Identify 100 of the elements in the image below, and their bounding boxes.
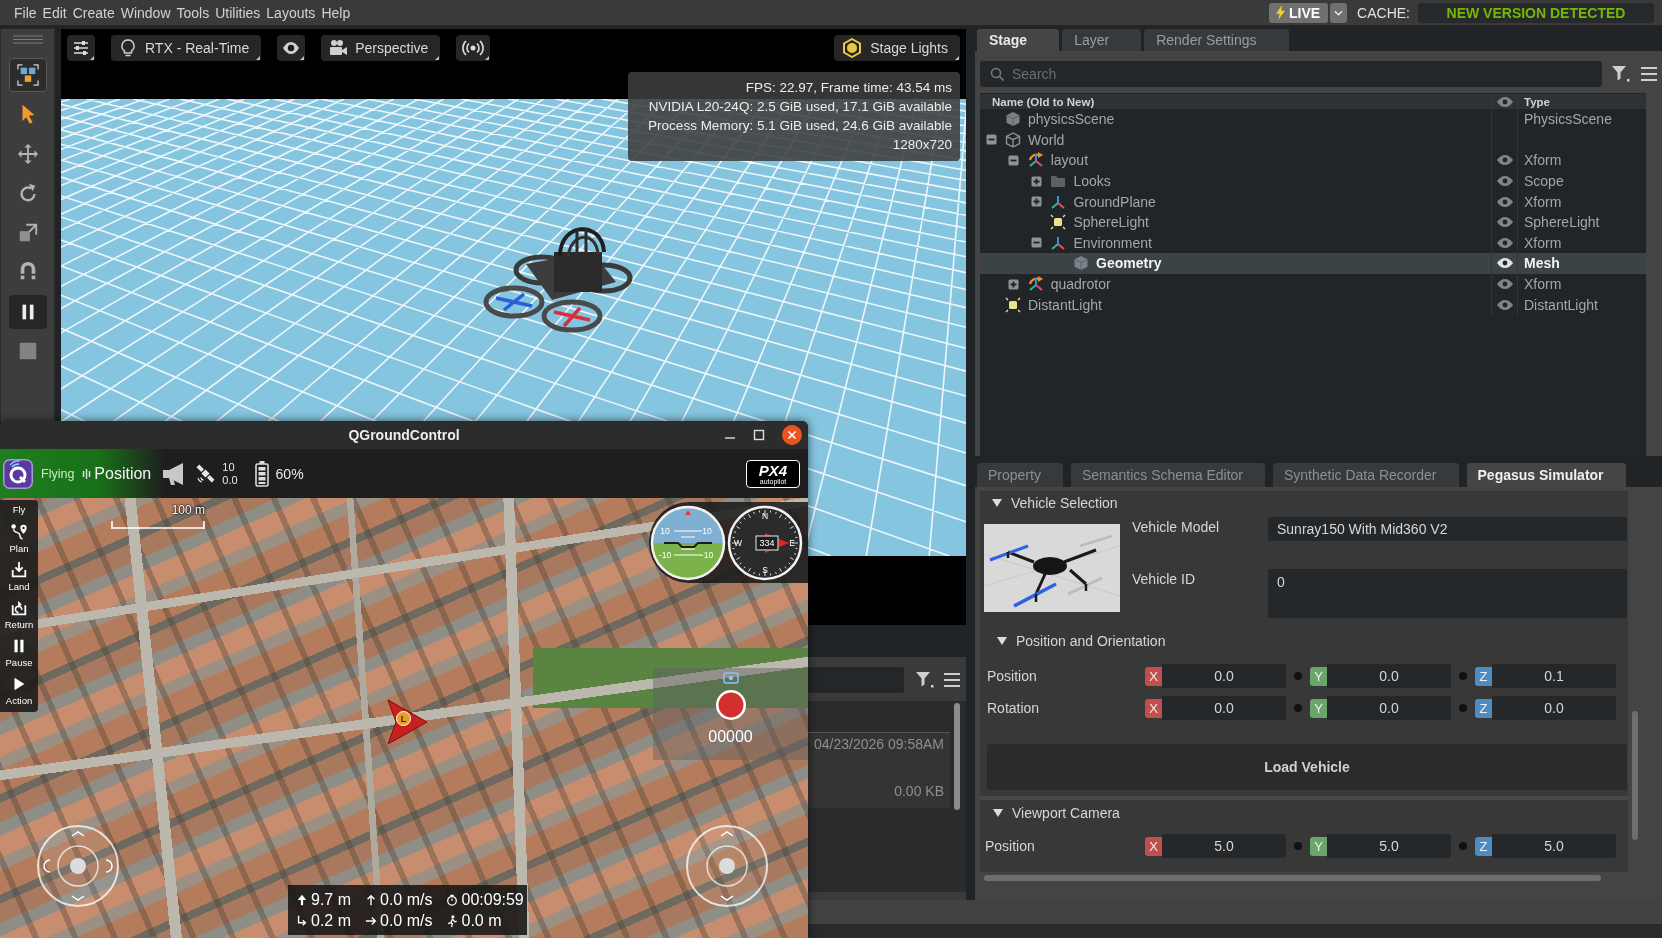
battery-percent[interactable]: 60% (275, 465, 304, 482)
pause-button[interactable]: Pause (0, 634, 38, 672)
tree-row[interactable]: SphereLight SphereLight (980, 211, 1646, 233)
filter-icon[interactable] (916, 672, 934, 688)
caret-icon[interactable] (992, 499, 1002, 507)
satellite-icon[interactable] (195, 463, 217, 484)
panel-tab[interactable]: Render Settings (1144, 29, 1289, 51)
tree-row[interactable]: layout Xform (980, 150, 1646, 171)
maximize-icon[interactable] (753, 429, 765, 441)
light-icon (842, 38, 863, 58)
fly-button[interactable]: Fly (0, 504, 38, 520)
pause-tool-button[interactable] (8, 294, 47, 329)
panel-tab[interactable]: Synthetic Data Recorder (1273, 463, 1459, 487)
menu-item[interactable]: Create (69, 4, 118, 21)
battery-icon[interactable] (254, 460, 269, 487)
panel-tab[interactable]: Property (977, 463, 1063, 487)
return-button[interactable]: Return (0, 596, 38, 634)
logo-icon[interactable] (3, 458, 33, 489)
close-icon[interactable] (782, 425, 802, 445)
section-title[interactable]: Viewport Camera (1012, 805, 1120, 821)
action-button[interactable]: Action (0, 672, 38, 710)
tree-row[interactable]: physicsScene PhysicsScene (980, 109, 1646, 130)
tree-row[interactable]: World (980, 129, 1646, 151)
broadcast-icon (461, 39, 486, 57)
search-field[interactable] (808, 667, 904, 693)
camera-switch-icon[interactable] (722, 672, 739, 684)
number-field[interactable]: 0.0 (1327, 696, 1451, 720)
caret-icon[interactable] (997, 637, 1007, 645)
section-title[interactable]: Vehicle Selection (1011, 495, 1118, 511)
number-field[interactable]: 5.0 (1162, 834, 1286, 858)
virtual-joystick[interactable] (685, 824, 769, 908)
stage-lights-button[interactable]: Stage Lights (834, 35, 960, 61)
load-vehicle-button[interactable]: Load Vehicle (987, 744, 1627, 790)
field-label: Vehicle Model (1132, 518, 1221, 537)
tree-row[interactable]: DistantLight DistantLight (980, 294, 1646, 315)
live-button[interactable]: LIVE (1268, 2, 1329, 23)
file-row[interactable]: 04/23/2026 09:58AM 0.00 KB (808, 732, 950, 808)
menu-item[interactable]: Utilities (212, 4, 264, 21)
menu-item[interactable]: Layouts (263, 4, 319, 21)
number-field[interactable]: 5.0 (1492, 834, 1616, 858)
expand-icon[interactable] (1030, 175, 1042, 187)
number-field[interactable]: 0.0 (1162, 696, 1286, 720)
settings-button[interactable] (67, 35, 95, 61)
scale-label: 100 m (171, 504, 205, 517)
panel-tab[interactable]: Pegasus Simulator (1466, 463, 1626, 487)
collapse-icon[interactable] (1008, 155, 1020, 166)
expand-icon[interactable] (1008, 278, 1020, 290)
filter-icon[interactable] (1612, 66, 1630, 82)
panel-tab[interactable]: Layer (1062, 29, 1142, 51)
menu-item[interactable]: Help (318, 4, 354, 21)
renderer-button[interactable]: RTX - Real-Time (111, 35, 262, 61)
menu-icon[interactable] (1640, 66, 1658, 82)
menu-item[interactable]: Window (117, 4, 174, 21)
dropdown-button[interactable] (1330, 2, 1348, 23)
menu-icon[interactable] (943, 672, 961, 688)
streaming-button[interactable] (456, 35, 491, 61)
menu-item[interactable]: File (11, 4, 40, 21)
vertical-scrollbar[interactable] (954, 703, 960, 810)
camera-button[interactable]: Perspective (321, 35, 441, 61)
expand-icon[interactable] (1030, 196, 1042, 208)
tree-row[interactable]: GroundPlane Xform (980, 191, 1646, 212)
number-field[interactable]: 5.0 (1327, 834, 1451, 858)
collapse-icon[interactable] (1030, 237, 1042, 249)
plan-button[interactable]: Plan (0, 520, 38, 558)
section-title[interactable]: Position and Orientation (1016, 633, 1166, 649)
panel-tab[interactable]: Semantics Schema Editor (1070, 463, 1265, 487)
flight-status[interactable]: Flying (41, 466, 75, 481)
search-field[interactable]: Search (980, 61, 1602, 87)
menu-item[interactable]: Tools (173, 4, 213, 21)
record-button[interactable] (715, 690, 746, 720)
panel-tab[interactable]: Stage (977, 29, 1060, 51)
collapse-icon[interactable] (985, 134, 997, 146)
eye-icon (1496, 96, 1513, 107)
caret-icon[interactable] (993, 809, 1003, 817)
eye-icon[interactable] (1496, 258, 1513, 269)
layout-tool-button[interactable] (8, 57, 47, 92)
vehicle-model-field[interactable]: Sunray150 With Mid360 V2 (1268, 517, 1627, 541)
horizontal-scrollbar[interactable] (984, 875, 1601, 881)
pitch-label: -10 (700, 550, 714, 559)
number-field[interactable]: 0.1 (1492, 664, 1616, 688)
number-field[interactable]: 0.0 (1327, 664, 1451, 688)
virtual-joystick[interactable] (36, 824, 120, 908)
tree-row[interactable]: Geometry Mesh (980, 253, 1646, 274)
vertical-scrollbar[interactable] (1632, 711, 1638, 840)
flight-mode[interactable]: Position (94, 464, 152, 483)
prim-type: DistantLight (1524, 296, 1598, 313)
compass-letter: S (762, 565, 768, 574)
axes-icon (1050, 193, 1067, 210)
number-field[interactable]: 0.0 (1492, 696, 1616, 720)
prim-name: layout (1050, 152, 1089, 169)
tree-row[interactable]: quadrotor Xform (980, 273, 1646, 295)
prim-type: Xform (1524, 234, 1562, 251)
tree-row[interactable]: Looks Scope (980, 170, 1646, 192)
land-button[interactable]: Land (0, 558, 38, 596)
menu-item[interactable]: Edit (39, 4, 70, 21)
vehicle-id-field[interactable]: 0 (1268, 569, 1627, 618)
number-field[interactable]: 0.0 (1162, 664, 1286, 688)
compass-letter: E (789, 538, 795, 547)
display-button[interactable] (277, 35, 306, 61)
movie-camera-icon (329, 39, 348, 57)
